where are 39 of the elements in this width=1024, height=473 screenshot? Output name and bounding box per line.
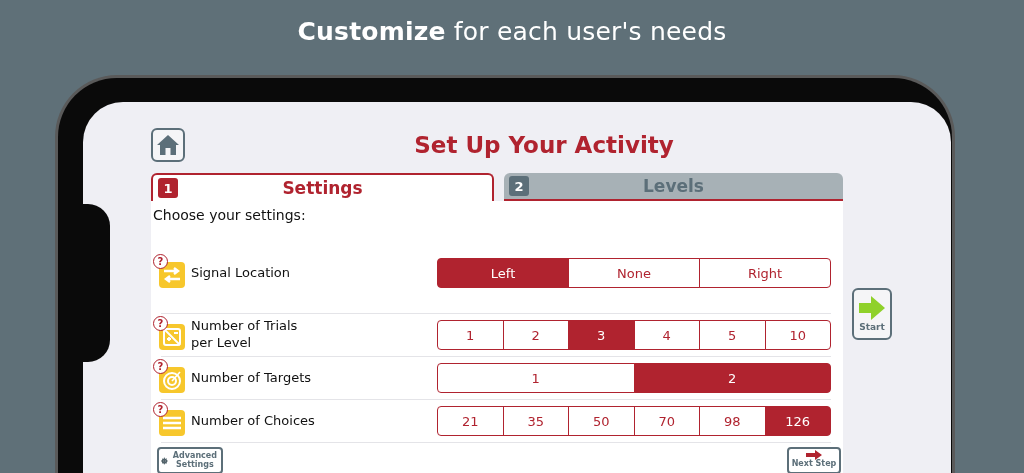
- setting-label: Number of Choices: [191, 412, 315, 430]
- page-title: Set Up Your Activity: [413, 132, 675, 158]
- option-button[interactable]: 2: [502, 320, 569, 350]
- help-icon[interactable]: ?: [153, 254, 168, 269]
- setting-label: Number of Targets: [191, 369, 311, 387]
- option-button[interactable]: 70: [633, 406, 700, 436]
- instruction-text: Choose your settings:: [153, 206, 307, 225]
- help-icon[interactable]: ?: [153, 402, 168, 417]
- step-number: 1: [158, 178, 178, 198]
- option-button[interactable]: 126: [764, 406, 831, 436]
- headline: Customize for each user's needs: [296, 16, 728, 48]
- step-number: 2: [509, 176, 529, 196]
- tab[interactable]: 1 Settings: [151, 173, 494, 201]
- next-step-button[interactable]: Next Step: [787, 447, 841, 473]
- option-button[interactable]: 10: [764, 320, 831, 350]
- tab[interactable]: 2 Levels: [504, 173, 843, 201]
- option-button[interactable]: 98: [699, 406, 766, 436]
- home-button[interactable]: [151, 128, 185, 162]
- arrow-right-icon: [806, 450, 822, 460]
- option-button[interactable]: 3: [568, 320, 635, 350]
- start-button[interactable]: Start: [852, 288, 892, 340]
- option-button[interactable]: 1: [437, 320, 504, 350]
- option-button[interactable]: Left: [437, 258, 569, 288]
- help-icon[interactable]: ?: [153, 316, 168, 331]
- option-button[interactable]: Right: [699, 258, 831, 288]
- option-button[interactable]: 21: [437, 406, 504, 436]
- setting-label: Signal Location: [191, 264, 291, 282]
- arrow-right-icon: [859, 296, 885, 320]
- option-button[interactable]: 2: [633, 363, 831, 393]
- option-button[interactable]: 50: [568, 406, 635, 436]
- setting-label: Number of Trials per Level: [191, 318, 298, 352]
- option-button[interactable]: 4: [633, 320, 700, 350]
- option-button[interactable]: 5: [699, 320, 766, 350]
- help-icon[interactable]: ?: [153, 359, 168, 374]
- option-button[interactable]: None: [568, 258, 700, 288]
- option-button[interactable]: 35: [502, 406, 569, 436]
- home-icon: [156, 134, 180, 156]
- advanced-settings-button[interactable]: Advanced Settings: [157, 447, 223, 473]
- option-button[interactable]: 1: [437, 363, 635, 393]
